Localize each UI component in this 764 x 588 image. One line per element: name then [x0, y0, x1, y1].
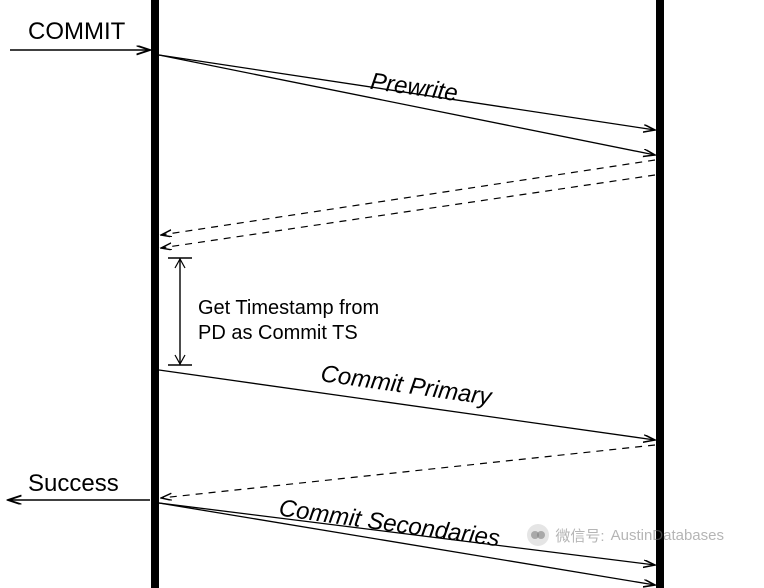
wechat-icon	[527, 524, 549, 546]
watermark: 微信号: AustinDatabases	[527, 524, 724, 546]
arrow-prewrite-ack-1	[161, 160, 655, 235]
arrow-commit-primary-ack	[161, 445, 655, 498]
lifeline-right	[656, 0, 664, 588]
label-commit: COMMIT	[28, 18, 125, 46]
watermark-handle: AustinDatabases	[611, 527, 724, 544]
label-success: Success	[28, 470, 119, 498]
label-get-ts: Get Timestamp from PD as Commit TS	[198, 296, 379, 346]
lifeline-left	[151, 0, 159, 588]
arrow-prewrite-ack-2	[161, 175, 655, 248]
arrow-prewrite-2	[159, 55, 655, 155]
watermark-prefix: 微信号:	[555, 525, 604, 546]
